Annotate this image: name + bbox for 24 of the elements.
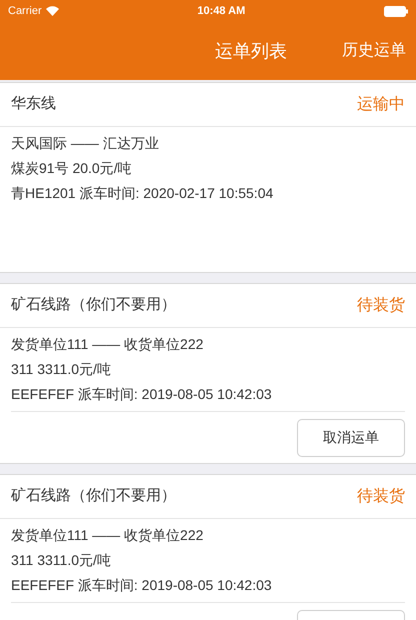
order-detail-line: 煤炭91号 20.0元/吨 — [11, 159, 133, 178]
cancel-order-button[interactable]: 取消运单 — [297, 418, 405, 456]
order-detail-line: 发货单位111 —— 收货单位222 — [11, 335, 204, 354]
page-title: 运单列表 — [215, 40, 287, 62]
carrier-label: Carrier — [8, 4, 42, 19]
order-card[interactable]: 矿石线路（你们不要用） 待装货 发货单位111 —— 收货单位222 311 3311.0元/吨 EEFEFEF 派车时间: 2019-08-05 10:42:03 取消运单 — [0, 283, 416, 464]
order-detail-line: 311 3311.0元/吨 — [11, 551, 112, 570]
order-detail-line: 发货单位111 —— 收货单位222 — [11, 526, 204, 545]
order-card[interactable]: 华东线 运输中 天风国际 —— 汇达万业 煤炭91号 20.0元/吨 青HE1201 派车时间: 2020-02-17 10:55:04 — [0, 82, 416, 273]
order-detail-line: 311 3311.0元/吨 — [11, 360, 112, 379]
wifi-icon — [46, 6, 59, 16]
battery-icon — [384, 6, 408, 16]
order-card[interactable]: 矿石线路（你们不要用） 待装货 发货单位111 —— 收货单位222 311 3311.0元/吨 EEFEFEF 派车时间: 2019-08-05 10:42:03 — [0, 474, 416, 620]
route-name: 矿石线路（你们不要用） — [11, 486, 176, 506]
order-detail-line: 天风国际 —— 汇达万业 — [11, 134, 160, 153]
order-detail-line: 青HE1201 派车时间: 2020-02-17 10:55:04 — [11, 184, 274, 203]
order-detail-line: EEFEFEF 派车时间: 2019-08-05 10:42:03 — [11, 576, 273, 595]
order-status: 待装货 — [357, 486, 405, 506]
route-name: 矿石线路（你们不要用） — [11, 295, 176, 316]
order-status: 运输中 — [357, 94, 405, 114]
clock: 10:48 AM — [197, 4, 246, 19]
route-name: 华东线 — [11, 94, 56, 114]
order-status: 待装货 — [357, 296, 405, 316]
order-detail-line: EEFEFEF 派车时间: 2019-08-05 10:42:03 — [11, 385, 273, 404]
